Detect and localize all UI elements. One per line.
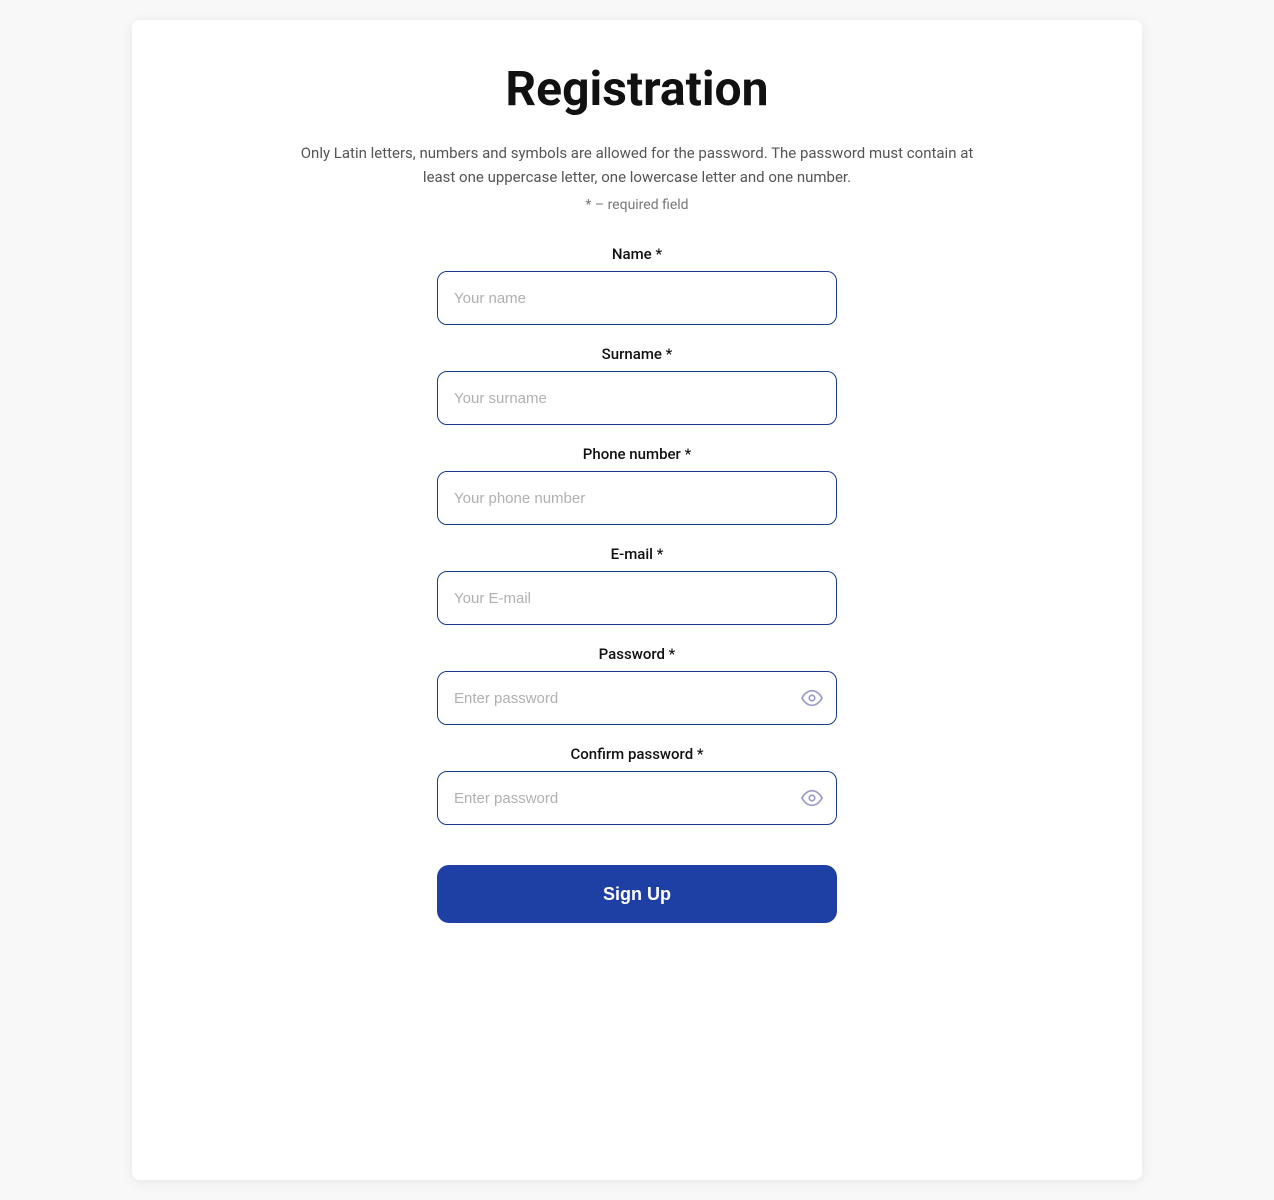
email-input[interactable]	[437, 571, 837, 625]
confirm-password-label: Confirm password *	[437, 745, 837, 763]
form-group-confirm-password: Confirm password *	[437, 745, 837, 825]
form-group-surname: Surname *	[437, 345, 837, 425]
confirm-password-input[interactable]	[437, 771, 837, 825]
password-label: Password *	[437, 645, 837, 663]
phone-label: Phone number *	[437, 445, 837, 463]
name-input[interactable]	[437, 271, 837, 325]
form-group-email: E-mail *	[437, 545, 837, 625]
form-group-name: Name *	[437, 245, 837, 325]
name-label: Name *	[437, 245, 837, 263]
form-group-password: Password *	[437, 645, 837, 725]
required-note: * – required field	[585, 197, 688, 213]
registration-form: Name * Surname * Phone number * E-mail *…	[437, 245, 837, 923]
confirm-password-input-wrapper	[437, 771, 837, 825]
surname-input[interactable]	[437, 371, 837, 425]
confirm-password-toggle-icon[interactable]	[801, 787, 823, 809]
page-description: Only Latin letters, numbers and symbols …	[297, 141, 977, 189]
password-input[interactable]	[437, 671, 837, 725]
form-group-phone: Phone number *	[437, 445, 837, 525]
surname-label: Surname *	[437, 345, 837, 363]
password-toggle-icon[interactable]	[801, 687, 823, 709]
email-label: E-mail *	[437, 545, 837, 563]
page-wrapper: Registration Only Latin letters, numbers…	[132, 20, 1142, 1180]
page-title: Registration	[505, 60, 768, 117]
password-input-wrapper	[437, 671, 837, 725]
phone-input[interactable]	[437, 471, 837, 525]
signup-button[interactable]: Sign Up	[437, 865, 837, 923]
